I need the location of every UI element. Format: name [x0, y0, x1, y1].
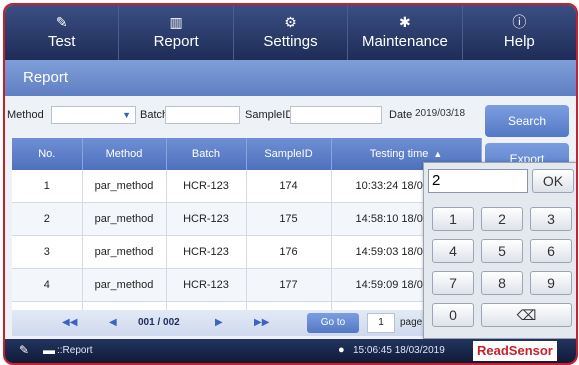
table-row[interactable]: 2 par_method HCR-123 175 14:58:10 18/03/…	[12, 202, 482, 236]
keypad-key-2[interactable]: 2	[481, 207, 523, 231]
batch-input[interactable]	[165, 106, 240, 124]
nav-item-help[interactable]: ⓘ Help	[463, 5, 576, 60]
status-location: ::Report	[57, 345, 93, 356]
cell-method: par_method	[82, 202, 167, 236]
column-header-batch[interactable]: Batch	[166, 138, 247, 170]
previous-page-icon[interactable]: ◀	[109, 317, 117, 328]
cell-no: 4	[12, 268, 83, 302]
table-row[interactable]: 3 par_method HCR-123 176 14:59:03 18/03/…	[12, 235, 482, 269]
table-row[interactable]: 4 par_method HCR-123 177 14:59:09 18/03/…	[12, 268, 482, 302]
backspace-icon[interactable]: ⌫	[481, 303, 572, 327]
keypad-key-0[interactable]: 0	[432, 303, 474, 327]
nav-label: Maintenance	[361, 33, 448, 50]
gear-icon: ✱	[399, 14, 411, 30]
column-header-label: Testing time	[369, 148, 429, 160]
sample-id-input[interactable]	[290, 106, 382, 124]
keypad-key-4[interactable]: 4	[432, 239, 474, 263]
keypad-key-8[interactable]: 8	[481, 271, 523, 295]
cell-method: par_method	[82, 170, 167, 203]
cell-batch: HCR-123	[166, 202, 247, 236]
keypad-key-3[interactable]: 3	[530, 207, 572, 231]
keypad-key-1[interactable]: 1	[432, 207, 474, 231]
go-to-button[interactable]: Go to	[307, 313, 359, 333]
cell-sample-id: 177	[246, 268, 332, 302]
cell-batch: HCR-123	[166, 268, 247, 302]
pen-icon: ✎	[55, 14, 68, 30]
column-header-no[interactable]: No.	[12, 138, 83, 170]
cell-batch: HCR-123	[166, 170, 247, 203]
dropdown-arrow-icon: ▼	[122, 110, 131, 120]
column-header-method[interactable]: Method	[82, 138, 167, 170]
cell-sample-id: 175	[246, 202, 332, 236]
table-header-row: No. Method Batch SampleID Testing time ▲	[12, 138, 482, 170]
nav-label: Test	[47, 33, 76, 50]
cell-sample-id: 176	[246, 235, 332, 269]
sort-ascending-icon: ▲	[433, 149, 443, 159]
keypad-key-9[interactable]: 9	[530, 271, 572, 295]
chart-icon: ▥	[169, 14, 183, 30]
report-table: No. Method Batch SampleID Testing time ▲ …	[12, 138, 482, 335]
keypad-display[interactable]: 2	[428, 169, 528, 193]
method-label: Method	[7, 109, 44, 121]
keypad-key-7[interactable]: 7	[432, 271, 474, 295]
nav-label: Help	[503, 33, 535, 50]
page-title: Report	[5, 60, 576, 96]
next-page-icon[interactable]: ▶	[215, 317, 223, 328]
table-row[interactable]: 1 par_method HCR-123 174 10:33:24 18/03/…	[12, 170, 482, 203]
nav-label: Report	[153, 33, 199, 50]
nav-item-maintenance[interactable]: ✱ Maintenance	[348, 5, 463, 60]
last-page-icon[interactable]: ▶▶	[254, 317, 269, 328]
date-input[interactable]: 2019/03/18	[412, 106, 476, 124]
batch-label: Batch	[140, 109, 169, 121]
status-datetime: 15:06:45 18/03/2019	[353, 345, 445, 356]
clock-icon: ●	[338, 344, 345, 356]
sample-id-label: SampleID	[245, 109, 294, 121]
settings-icon: ⚙	[284, 14, 297, 30]
page-number-input[interactable]: 1	[367, 313, 395, 333]
date-label: Date	[389, 109, 413, 121]
nav-item-test[interactable]: ✎ Test	[5, 5, 120, 60]
nav-item-report[interactable]: ▥ Report	[119, 5, 234, 60]
cell-batch: HCR-123	[166, 235, 247, 269]
first-page-icon[interactable]: ◀◀	[62, 317, 77, 328]
page-indicator: 001 / 002	[138, 317, 180, 328]
top-navigation: ✎ Test ▥ Report ⚙ Settings ✱ Maintenance…	[5, 5, 576, 60]
filter-row: Method ▼ Batch SampleID Date 2019/03/18	[5, 100, 480, 130]
keypad-ok-button[interactable]: OK	[532, 169, 574, 193]
search-button[interactable]: Search	[485, 105, 569, 137]
column-header-sample-id[interactable]: SampleID	[246, 138, 332, 170]
brand-logo: ReadSensor	[473, 341, 557, 361]
cell-no: 2	[12, 202, 83, 236]
cell-method: par_method	[82, 268, 167, 302]
info-icon: ⓘ	[512, 14, 527, 30]
folder-icon: ▬	[43, 343, 55, 357]
status-bar: ✎ ▬ ::Report ● 15:06:45 18/03/2019 ReadS…	[5, 339, 576, 363]
method-dropdown[interactable]: ▼	[51, 106, 136, 124]
app-frame: ✎ Test ▥ Report ⚙ Settings ✱ Maintenance…	[3, 3, 578, 365]
cell-method: par_method	[82, 235, 167, 269]
numeric-keypad: 2 OK 1 2 3 4 5 6 7 8 9 0 ⌫	[423, 162, 576, 339]
pagination-bar: ◀◀ ◀ 001 / 002 ▶ ▶▶ Go to 1 page	[12, 310, 481, 336]
keypad-key-5[interactable]: 5	[481, 239, 523, 263]
cell-sample-id: 174	[246, 170, 332, 203]
keypad-key-6[interactable]: 6	[530, 239, 572, 263]
tool-icon: ✎	[19, 343, 30, 357]
page-word-label: page	[400, 317, 423, 328]
cell-no: 1	[12, 170, 83, 203]
cell-no: 3	[12, 235, 83, 269]
nav-label: Settings	[263, 33, 318, 50]
nav-item-settings[interactable]: ⚙ Settings	[234, 5, 349, 60]
